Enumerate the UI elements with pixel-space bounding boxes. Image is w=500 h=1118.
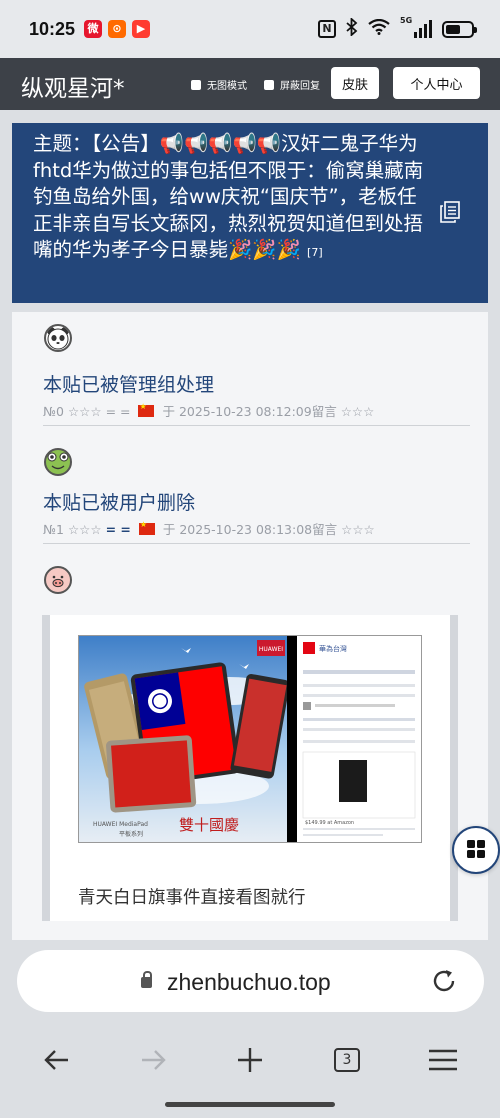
post-content-text: 青天白日旗事件直接看图就行 (78, 888, 306, 908)
checkbox-icon[interactable] (191, 79, 201, 90)
back-arrow-icon (44, 1050, 68, 1070)
post-timestamp: 2025-10-23 08:13:08 (179, 522, 313, 537)
new-tab-button[interactable] (232, 1042, 268, 1078)
site-header: 纵观星河* 无图模式 屏蔽回复 皮肤 个人中心 (0, 58, 500, 110)
frog-avatar[interactable] (44, 448, 72, 476)
post-index: №0 (43, 404, 64, 419)
rating-stars[interactable]: ☆☆☆ (341, 522, 375, 537)
post-meta: №0 ☆☆☆ = = 于 2025-10-23 08:12:09留言 ☆☆☆ (43, 401, 374, 420)
system-icons: N 5G (318, 16, 477, 40)
divider (43, 425, 470, 426)
copy-icon[interactable] (440, 201, 460, 223)
browser-nav-bar: 3 (0, 1030, 500, 1090)
ad-brand-logo: HUAWEI (259, 646, 283, 653)
ad-banner-text: 雙十國慶 (179, 816, 239, 834)
ad-price-text: $149.99 at Amazon (305, 820, 354, 826)
post-suffix: 留言 (312, 522, 338, 537)
app-icon-orange: ⊙ (108, 20, 126, 38)
huawei-ad-image[interactable]: HUAWEI HUAWEI MediaPad 平板系列 雙十國慶 華為台灣 $1… (78, 635, 422, 843)
post-meta: №1 ☆☆☆ = = 于 2025-10-23 08:13:08留言 ☆☆☆ (43, 519, 375, 538)
post-marks: = = (105, 404, 131, 419)
post-index: №1 (43, 522, 64, 537)
china-flag-icon (138, 520, 155, 535)
user-center-button[interactable]: 个人中心 (393, 67, 480, 99)
checkbox-icon[interactable] (264, 79, 274, 90)
bluetooth-icon (346, 16, 358, 40)
notification-icons: 微 ⊙ ▶ (84, 20, 150, 38)
ad-page-title: 華為台灣 (319, 644, 347, 653)
panda-avatar[interactable] (44, 324, 72, 352)
rating-stars[interactable]: ☆☆☆ (341, 404, 375, 419)
status-bar: 10:25 微 ⊙ ▶ N 5G (0, 0, 500, 58)
site-title[interactable]: 纵观星河* (21, 69, 125, 103)
home-indicator[interactable] (165, 1102, 335, 1107)
topic-title: 主题：【公告】📢📢📢📢📢汉奸二鬼子华为fhtd华为做过的事包括但不限于：偷窝巢藏… (33, 131, 433, 267)
post-title[interactable]: 本贴已被用户删除 (43, 488, 195, 515)
divider (43, 543, 470, 544)
china-flag-icon (138, 402, 155, 417)
rating-stars[interactable]: ☆☆☆ (68, 522, 102, 537)
wifi-icon (368, 18, 390, 39)
block-replies-label: 屏蔽回复 (280, 81, 320, 92)
back-button[interactable] (39, 1042, 75, 1078)
address-bar[interactable]: zhenbuchuo.top (17, 950, 484, 1012)
menu-button[interactable] (425, 1042, 461, 1078)
lock-icon[interactable] (141, 971, 152, 988)
network-type-label: 5G (400, 16, 413, 25)
rating-stars[interactable]: ☆☆☆ (68, 404, 102, 419)
ad-product-line: HUAWEI MediaPad (93, 821, 148, 828)
reload-icon[interactable] (428, 965, 460, 997)
pig-avatar[interactable] (44, 566, 72, 594)
nfc-icon: N (318, 20, 336, 38)
grid-icon (467, 840, 485, 858)
no-image-mode-label: 无图模式 (207, 81, 247, 92)
post-title[interactable]: 本贴已被管理组处理 (43, 370, 214, 397)
plus-icon (238, 1048, 262, 1072)
hamburger-menu-icon (429, 1049, 457, 1071)
forward-button[interactable] (135, 1042, 171, 1078)
time-prefix: 于 (162, 522, 176, 537)
block-replies-toggle[interactable]: 屏蔽回复 (264, 77, 320, 92)
tab-count[interactable]: 3 (334, 1048, 360, 1072)
skin-button[interactable]: 皮肤 (331, 67, 379, 99)
ad-series-text: 平板系列 (119, 830, 143, 838)
topic-title-text: 主题：【公告】📢📢📢📢📢汉奸二鬼子华为fhtd华为做过的事包括但不限于：偷窝巢藏… (33, 132, 424, 261)
time-prefix: 于 (162, 404, 175, 419)
post-marks: = = (105, 522, 131, 537)
video-app-icon: ▶ (132, 20, 150, 38)
no-image-mode-toggle[interactable]: 无图模式 (191, 77, 247, 92)
url-text[interactable]: zhenbuchuo.top (167, 969, 331, 996)
post-suffix: 留言 (311, 404, 337, 419)
post-content: HUAWEI HUAWEI MediaPad 平板系列 雙十國慶 華為台灣 $1… (42, 615, 458, 921)
tabs-button[interactable]: 3 (329, 1042, 365, 1078)
status-time: 10:25 (29, 19, 76, 39)
post-timestamp: 2025-10-23 08:12:09 (178, 404, 312, 419)
weibo-app-icon: 微 (84, 20, 102, 38)
topic-header: 主题：【公告】📢📢📢📢📢汉奸二鬼子华为fhtd华为做过的事包括但不限于：偷窝巢藏… (12, 123, 488, 303)
floating-menu-button[interactable] (452, 826, 500, 874)
thread-body: 本贴已被管理组处理 №0 ☆☆☆ = = 于 2025-10-23 08:12:… (12, 312, 488, 940)
cell-signal-icon: 5G (400, 16, 432, 38)
battery-icon (442, 20, 477, 38)
reply-count: [7] (307, 246, 323, 259)
forward-arrow-icon (142, 1050, 166, 1070)
